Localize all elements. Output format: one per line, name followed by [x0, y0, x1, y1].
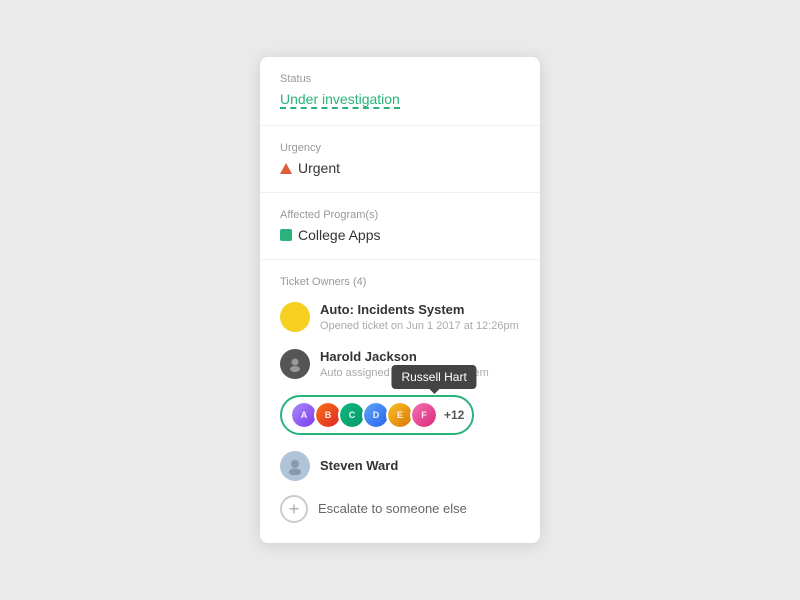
avatar-harold: [280, 349, 310, 379]
status-value: Under investigation: [280, 91, 400, 109]
status-label: Status: [280, 73, 520, 85]
main-card: Status Under investigation Urgency Urgen…: [260, 57, 540, 543]
avatar-group-item-6[interactable]: F: [410, 401, 438, 429]
ticket-owners-label: Ticket Owners (4): [280, 276, 520, 288]
avatar-steven: [280, 451, 310, 481]
affected-programs-section: Affected Program(s) College Apps: [260, 193, 540, 260]
steven-name: Steven Ward: [320, 458, 398, 473]
status-section: Status Under investigation: [260, 57, 540, 126]
owner-name-auto: Auto: Incidents System: [320, 302, 519, 317]
owner-info-auto: Auto: Incidents System Opened ticket on …: [320, 302, 519, 334]
program-value: College Apps: [298, 227, 381, 243]
avatar-group[interactable]: A B C D E F +12: [280, 395, 474, 435]
program-row: College Apps: [280, 227, 520, 243]
urgency-row: Urgent: [280, 160, 520, 176]
avatar-count: +12: [444, 408, 464, 422]
avatar-auto: [280, 302, 310, 332]
program-dot-icon: [280, 229, 292, 241]
steven-row: Steven Ward: [280, 451, 520, 481]
affected-programs-label: Affected Program(s): [280, 209, 520, 221]
urgency-section: Urgency Urgent: [260, 126, 540, 193]
owner-sub-auto: Opened ticket on Jun 1 2017 at 12:26pm: [320, 319, 519, 334]
urgency-value: Urgent: [298, 160, 340, 176]
warning-icon: [280, 163, 292, 174]
owner-name-harold: Harold Jackson: [320, 349, 489, 364]
tooltip: Russell Hart: [391, 365, 476, 389]
owner-row-auto: Auto: Incidents System Opened ticket on …: [280, 302, 520, 334]
avatar-group-wrapper: Russell Hart A B C D E F: [280, 395, 520, 435]
escalate-row[interactable]: + Escalate to someone else: [280, 495, 520, 523]
escalate-label: Escalate to someone else: [318, 501, 467, 516]
plus-icon: +: [280, 495, 308, 523]
tooltip-wrapper: Russell Hart: [391, 365, 476, 389]
ticket-owners-section: Ticket Owners (4) Auto: Incidents System…: [260, 260, 540, 543]
urgency-label: Urgency: [280, 142, 520, 154]
